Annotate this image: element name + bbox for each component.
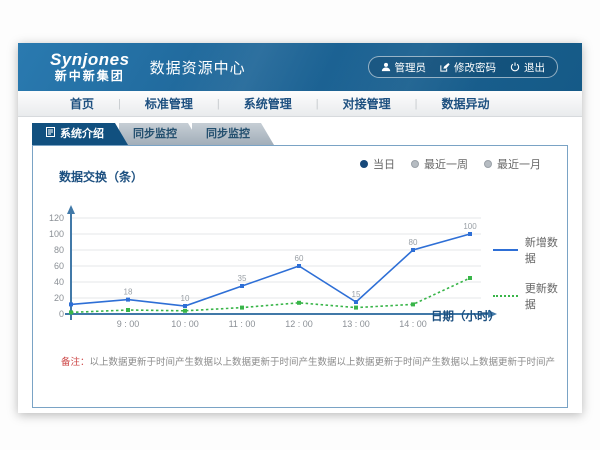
svg-text:40: 40 [54,277,64,287]
user-menu: 管理员 修改密码 退出 [368,56,559,78]
main-nav: 首页 | 标准管理 | 系统管理 | 对接管理 | 数据异动 [18,91,582,117]
svg-text:15: 15 [352,290,361,299]
radio-option-last-month[interactable]: 最近一月 [484,156,541,172]
radio-option-last-week[interactable]: 最近一周 [411,156,468,172]
nav-item-data-change[interactable]: 数据异动 [418,95,514,112]
dotted-line-swatch [493,295,518,297]
x-axis-title: 日期（小时） [431,308,500,324]
app-header: Synjones 新中新集团 数据资源中心 管理员 修改密码 [18,43,582,91]
svg-text:80: 80 [54,245,64,255]
user-label: 管理员 [395,60,427,75]
legend-item-updated-data: 更新数据 [493,280,567,312]
time-range-filter: 当日 最近一周 最近一月 [360,156,541,172]
svg-text:11 : 00: 11 : 00 [229,319,256,329]
user-menu-admin[interactable]: 管理员 [381,60,427,75]
svg-text:13 : 00: 13 : 00 [342,319,370,329]
solid-line-swatch [493,249,518,251]
radio-label: 当日 [373,156,395,172]
svg-text:12 : 00: 12 : 00 [285,319,313,329]
nav-item-standard-mgmt[interactable]: 标准管理 [121,95,217,112]
legend-label: 更新数据 [525,280,567,312]
svg-text:18: 18 [124,288,133,297]
power-icon [510,62,520,72]
radio-dot [484,160,492,168]
nav-item-home[interactable]: 首页 [46,95,118,112]
legend-item-new-data: 新增数据 [493,234,567,266]
svg-text:60: 60 [54,261,64,271]
footnote: 备注：以上数据更新于时间产生数据以上数据更新于时间产生数据以上数据更新于时间产生… [61,354,555,368]
svg-text:10 : 00: 10 : 00 [171,319,199,329]
radio-dot-selected [360,160,368,168]
page: Synjones 新中新集团 数据资源中心 管理员 修改密码 [0,0,600,450]
tab-label: 同步监控 [133,128,177,140]
svg-text:120: 120 [49,213,64,223]
nav-item-interface-mgmt[interactable]: 对接管理 [319,95,415,112]
tab-bar: 系统介绍 同步监控 同步监控 [32,123,274,145]
svg-text:10: 10 [181,294,190,303]
svg-text:0: 0 [59,309,64,319]
app-title: 数据资源中心 [150,57,246,78]
document-icon [46,123,55,145]
svg-text:100: 100 [463,222,477,231]
logout-label: 退出 [524,60,545,75]
logo-subtext: 新中新集团 [50,70,130,83]
tab-label: 系统介绍 [60,123,104,145]
logo: Synjones 新中新集团 [50,51,130,83]
tab-sync-monitor-2[interactable]: 同步监控 [192,123,274,145]
chart-panel: 当日 最近一周 最近一月 数据交换（条） 0 20 40 60 80 100 120 9 : … [32,145,568,408]
radio-dot [411,160,419,168]
chart-legend: 新增数据 更新数据 [493,234,567,326]
radio-label: 最近一月 [497,156,541,172]
svg-text:80: 80 [409,238,418,247]
y-axis-title: 数据交换（条） [59,168,143,185]
user-icon [381,62,391,72]
radio-label: 最近一周 [424,156,468,172]
tab-system-intro[interactable]: 系统介绍 [32,123,128,145]
change-password-label: 修改密码 [454,60,496,75]
footnote-text: 以上数据更新于时间产生数据以上数据更新于时间产生数据以上数据更新于时间产生数据以… [90,357,555,368]
app-window: Synjones 新中新集团 数据资源中心 管理员 修改密码 [18,43,582,413]
change-password-button[interactable]: 修改密码 [440,60,496,75]
logo-text: Synjones [50,51,130,70]
radio-option-today[interactable]: 当日 [360,156,395,172]
edit-icon [440,62,450,72]
legend-label: 新增数据 [525,234,567,266]
logout-button[interactable]: 退出 [510,60,545,75]
svg-text:14 : 00: 14 : 00 [399,319,427,329]
svg-text:60: 60 [295,254,304,263]
svg-text:20: 20 [54,293,64,303]
footnote-prefix: 备注： [61,357,90,368]
svg-text:35: 35 [238,274,247,283]
tab-sync-monitor-1[interactable]: 同步监控 [119,123,201,145]
tab-label: 同步监控 [206,128,250,140]
svg-text:100: 100 [49,229,64,239]
svg-text:9 : 00: 9 : 00 [117,319,140,329]
nav-item-system-mgmt[interactable]: 系统管理 [220,95,316,112]
